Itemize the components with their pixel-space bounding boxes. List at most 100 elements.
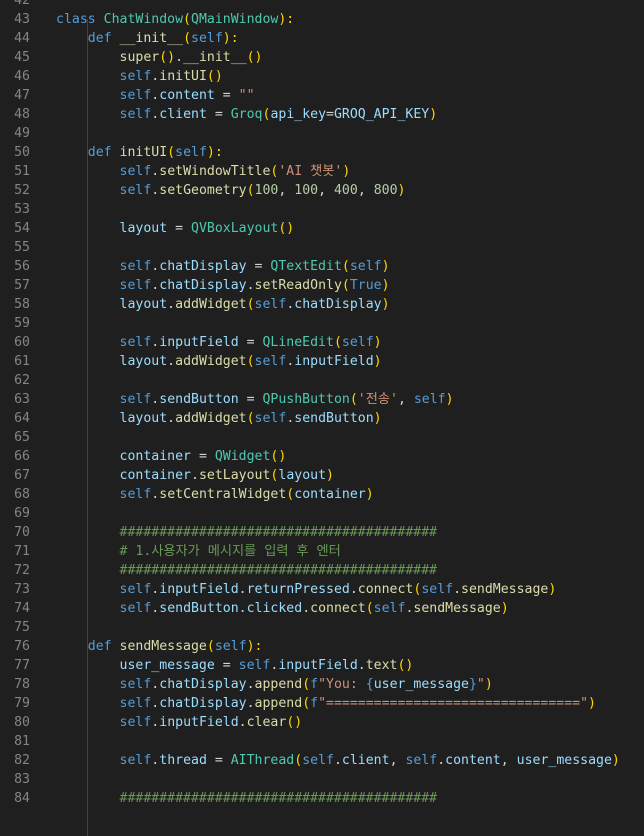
- code-line[interactable]: 80 self.inputField.clear(): [0, 713, 644, 732]
- line-content: layout.addWidget(self.sendButton): [56, 409, 644, 428]
- code-line[interactable]: 51 self.setWindowTitle('AI 챗봇'): [0, 162, 644, 181]
- code-token: self: [119, 696, 152, 711]
- code-token: ): [342, 164, 351, 179]
- code-token: returnPressed: [246, 582, 350, 597]
- code-line[interactable]: 45 super().__init__(): [0, 48, 644, 67]
- line-number: 80: [14, 715, 30, 730]
- line-number: 81: [14, 734, 30, 749]
- line-content: self.sendButton.clicked.connect(self.sen…: [56, 599, 644, 618]
- code-lines: 42 43 class ChatWindow(QMainWindow): 44 def…: [0, 0, 644, 808]
- code-line[interactable]: 66 container = QWidget(): [0, 447, 644, 466]
- code-line[interactable]: 63 self.sendButton = QPushButton('전송', s…: [0, 390, 644, 409]
- code-token: (: [294, 753, 303, 768]
- code-token: self: [119, 487, 152, 502]
- code-token: GROQ_API_KEY: [333, 107, 430, 122]
- code-line[interactable]: 62: [0, 371, 644, 390]
- code-token: QMainWindow: [191, 12, 279, 27]
- code-token: connect: [357, 582, 414, 597]
- code-line[interactable]: 81: [0, 732, 644, 751]
- code-line[interactable]: 44 def __init__(self):: [0, 29, 644, 48]
- code-token: 800: [373, 183, 398, 198]
- code-token: .: [167, 297, 176, 312]
- code-line[interactable]: 65: [0, 428, 644, 447]
- code-line[interactable]: 64 layout.addWidget(self.sendButton): [0, 409, 644, 428]
- code-token: setCentralWidget: [159, 487, 287, 502]
- code-token: self: [119, 677, 152, 692]
- code-line[interactable]: 84 #####################################…: [0, 789, 644, 808]
- code-line[interactable]: 42: [0, 0, 644, 10]
- code-token: addWidget: [175, 297, 247, 312]
- code-token: =: [214, 658, 239, 673]
- code-token: "": [238, 88, 255, 103]
- code-line[interactable]: 70 #####################################…: [0, 523, 644, 542]
- code-line[interactable]: 71 # 1.사용자가 메시지를 입력 후 엔터: [0, 542, 644, 561]
- code-token: chatDisplay: [159, 278, 247, 293]
- line-content: # 1.사용자가 메시지를 입력 후 엔터: [56, 542, 644, 561]
- code-line[interactable]: 47 self.content = "": [0, 86, 644, 105]
- line-number: 53: [14, 202, 30, 217]
- code-line[interactable]: 50 def initUI(self):: [0, 143, 644, 162]
- code-line[interactable]: 55: [0, 238, 644, 257]
- code-line[interactable]: 56 self.chatDisplay = QTextEdit(self): [0, 257, 644, 276]
- code-line[interactable]: 74 self.sendButton.clicked.connect(self.…: [0, 599, 644, 618]
- code-token: QLineEdit: [262, 335, 334, 350]
- code-token: ):: [206, 145, 223, 160]
- code-token: ,: [389, 753, 406, 768]
- code-token: ,: [397, 392, 414, 407]
- code-line[interactable]: 79 self.chatDisplay.append(f"===========…: [0, 694, 644, 713]
- code-line[interactable]: 76 def sendMessage(self):: [0, 637, 644, 656]
- code-editor[interactable]: 42 43 class ChatWindow(QMainWindow): 44 def…: [0, 0, 644, 836]
- code-line[interactable]: 72 #####################################…: [0, 561, 644, 580]
- code-line[interactable]: 43 class ChatWindow(QMainWindow):: [0, 10, 644, 29]
- line-content: ########################################: [56, 523, 644, 542]
- code-line[interactable]: 53: [0, 200, 644, 219]
- code-line[interactable]: 58 layout.addWidget(self.chatDisplay): [0, 295, 644, 314]
- line-number: 76: [14, 639, 30, 654]
- code-line[interactable]: 73 self.inputField.returnPressed.connect…: [0, 580, 644, 599]
- code-token: ): [588, 696, 596, 711]
- code-token: }: [468, 677, 477, 692]
- code-token: self: [373, 601, 406, 616]
- code-line[interactable]: 83: [0, 770, 644, 789]
- code-line[interactable]: 67 container.setLayout(layout): [0, 466, 644, 485]
- code-token: sendMessage: [119, 639, 207, 654]
- line-number: 57: [14, 278, 30, 293]
- code-line[interactable]: 60 self.inputField = QLineEdit(self): [0, 333, 644, 352]
- line-content: self.content = "": [56, 86, 644, 105]
- code-line[interactable]: 61 layout.addWidget(self.inputField): [0, 352, 644, 371]
- code-line[interactable]: 69: [0, 504, 644, 523]
- code-token: .: [175, 50, 184, 65]
- code-token: (: [302, 677, 311, 692]
- code-token: ): [326, 468, 334, 483]
- code-token: ########################################: [119, 563, 438, 578]
- code-line[interactable]: 82 self.thread = AIThread(self.client, s…: [0, 751, 644, 770]
- code-line[interactable]: 59: [0, 314, 644, 333]
- code-token: (: [246, 411, 255, 426]
- code-line[interactable]: 57 self.chatDisplay.setReadOnly(True): [0, 276, 644, 295]
- line-number: 64: [14, 411, 30, 426]
- code-token: setWindowTitle: [159, 164, 271, 179]
- code-line[interactable]: 49: [0, 124, 644, 143]
- code-token: layout: [119, 297, 168, 312]
- code-line[interactable]: 46 self.initUI(): [0, 67, 644, 86]
- code-line[interactable]: 52 self.setGeometry(100, 100, 400, 800): [0, 181, 644, 200]
- line-content: self.initUI(): [56, 67, 644, 86]
- code-token: =: [167, 221, 191, 236]
- code-line[interactable]: 54 layout = QVBoxLayout(): [0, 219, 644, 238]
- code-token: (: [246, 354, 255, 369]
- code-line[interactable]: 75: [0, 618, 644, 637]
- code-line[interactable]: 68 self.setCentralWidget(container): [0, 485, 644, 504]
- code-token: self: [119, 69, 152, 84]
- code-line[interactable]: 48 self.client = Groq(api_key=GROQ_API_K…: [0, 105, 644, 124]
- code-token: ): [381, 278, 390, 293]
- code-token: QTextEdit: [270, 259, 342, 274]
- code-token: (): [397, 658, 414, 673]
- code-line[interactable]: 78 self.chatDisplay.append(f"You: {user_…: [0, 675, 644, 694]
- code-token: container: [294, 487, 366, 502]
- code-line[interactable]: 77 user_message = self.inputField.text(): [0, 656, 644, 675]
